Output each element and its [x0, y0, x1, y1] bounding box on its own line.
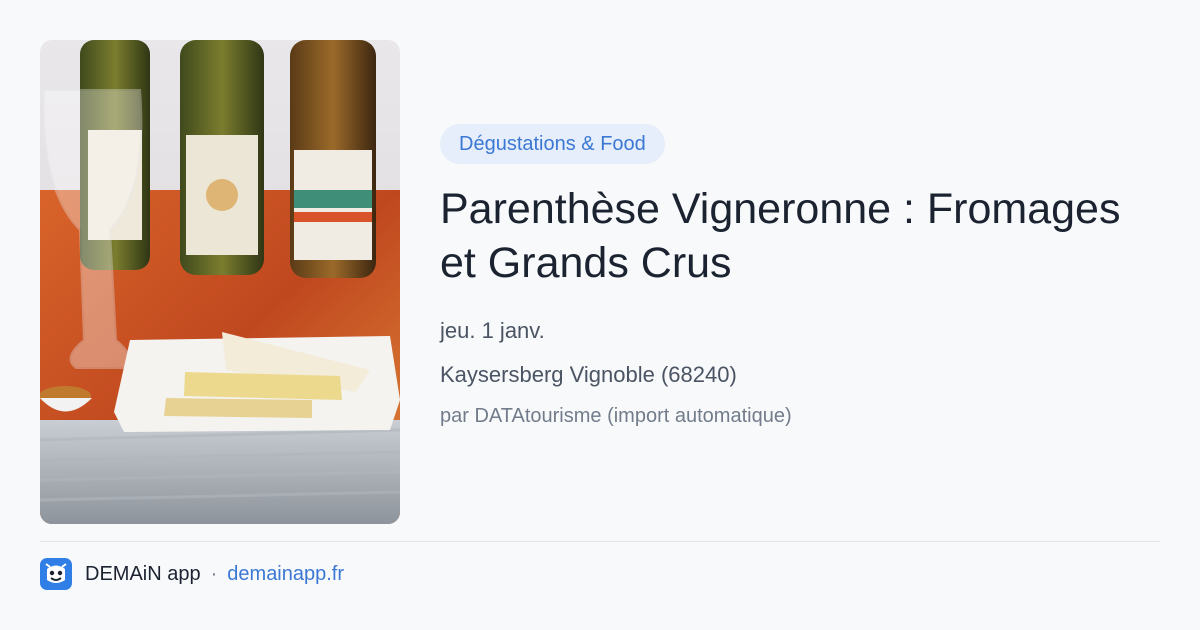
- event-title[interactable]: Parenthèse Vigneronne : Fromages et Gran…: [440, 182, 1160, 290]
- category-badge[interactable]: Dégustations & Food: [440, 124, 665, 164]
- footer: DEMAiN app · demainapp.fr: [40, 558, 344, 590]
- app-name: DEMAiN app: [85, 562, 201, 585]
- event-location: Kaysersberg Vignoble (68240): [440, 362, 737, 387]
- app-url-link[interactable]: demainapp.fr: [227, 563, 344, 586]
- demain-app-logo-icon[interactable]: [40, 558, 72, 590]
- event-source: par DATAtourisme (import automatique): [440, 405, 792, 427]
- event-photo[interactable]: [40, 40, 400, 524]
- event-date: jeu. 1 janv.: [440, 318, 545, 343]
- event-details: Dégustations & Food Parenthèse Vigneronn…: [440, 124, 1160, 430]
- footer-separator: ·: [210, 562, 218, 585]
- footer-divider: [40, 541, 1160, 542]
